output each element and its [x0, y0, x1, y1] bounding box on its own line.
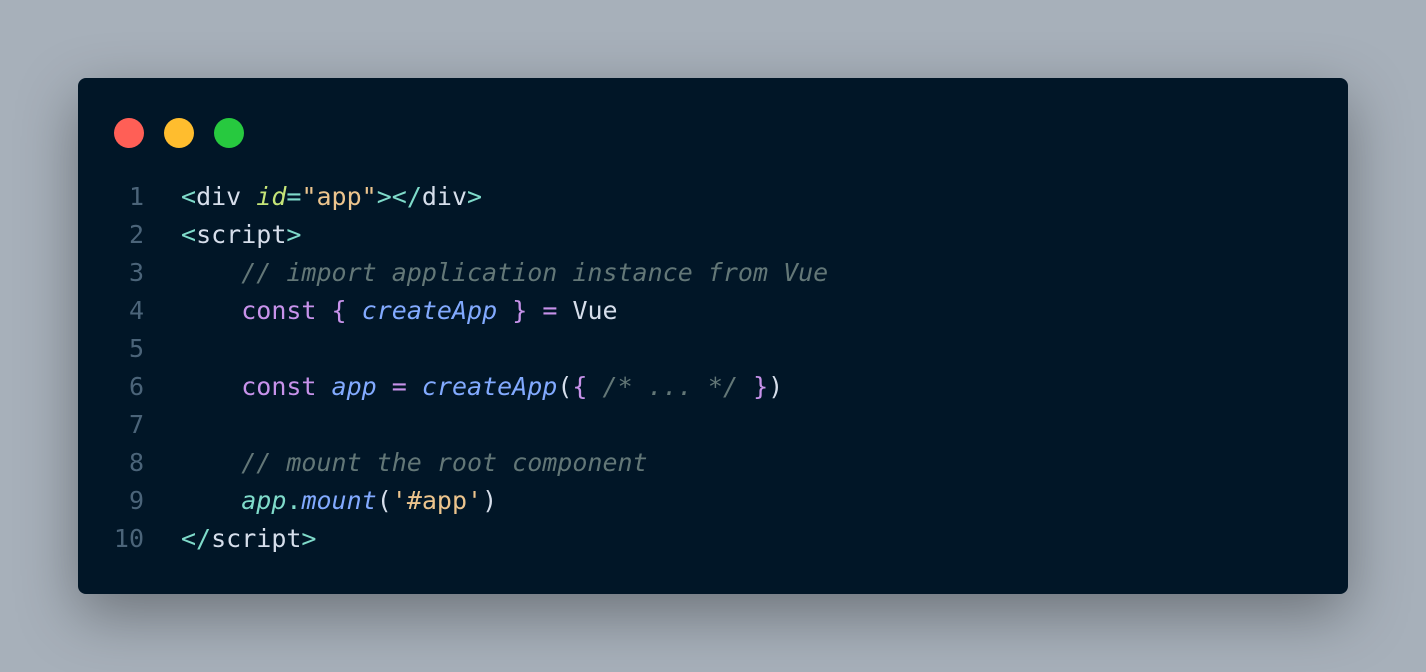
line-number: 4	[128, 296, 144, 325]
code-token: mount	[301, 486, 377, 515]
minimize-dot-icon[interactable]	[164, 118, 194, 148]
code-token: >	[301, 524, 317, 553]
code-token: id	[256, 182, 287, 211]
code-token: const	[241, 296, 317, 325]
code-token: '#app'	[391, 486, 483, 515]
line-number: 7	[128, 410, 144, 439]
line-number: 10	[113, 524, 144, 553]
code-token: script	[196, 220, 287, 249]
code-token: Vue	[557, 296, 618, 325]
code-token: }	[753, 372, 769, 401]
code-token: )	[482, 486, 498, 515]
line-number: 6	[128, 372, 144, 401]
code-token: {	[572, 372, 588, 401]
code-line: 3 // import application instance from Vu…	[78, 254, 1348, 292]
line-number: 3	[128, 258, 144, 287]
code-token: ></	[376, 182, 422, 211]
code-line: 9 app.mount('#app')	[78, 482, 1348, 520]
code-token: <	[181, 220, 197, 249]
code-text: // mount the root component	[181, 444, 648, 482]
code-line: 2 <script>	[78, 216, 1348, 254]
line-number: 1	[128, 182, 144, 211]
code-token: div	[196, 182, 242, 211]
code-line: 7	[78, 406, 1348, 444]
code-token: (	[376, 486, 392, 515]
code-token: // mount the root component	[241, 448, 648, 477]
code-block: 1 <div id="app"></div> 2 <script> 3 // impor…	[78, 178, 1348, 558]
code-token: >	[467, 182, 483, 211]
line-number: 9	[128, 486, 144, 515]
maximize-dot-icon[interactable]	[214, 118, 244, 148]
code-token: =	[542, 296, 558, 325]
code-text: </script>	[181, 520, 316, 558]
code-token: createApp	[361, 296, 498, 325]
code-line: 8 // mount the root component	[78, 444, 1348, 482]
code-token: app	[331, 372, 377, 401]
code-token: /* ... */	[602, 372, 739, 401]
code-token: const	[241, 372, 317, 401]
line-number: 5	[128, 334, 144, 363]
code-token: =	[286, 182, 302, 211]
code-line: 5	[78, 330, 1348, 368]
code-text: <div id="app"></div>	[181, 178, 482, 216]
code-token: )	[768, 372, 784, 401]
code-token: div	[421, 182, 468, 211]
code-window: 1 <div id="app"></div> 2 <script> 3 // impor…	[78, 78, 1348, 594]
code-text: app.mount('#app')	[181, 482, 497, 520]
code-token: .	[286, 486, 302, 515]
close-dot-icon[interactable]	[114, 118, 144, 148]
code-token: script	[211, 524, 302, 553]
code-token: (	[557, 372, 573, 401]
code-text: const app = createApp({ /* ... */ })	[181, 368, 783, 406]
code-token: app	[241, 486, 287, 515]
code-token: =	[391, 372, 407, 401]
code-token: "app"	[301, 182, 377, 211]
code-text: const { createApp } = Vue	[181, 292, 618, 330]
code-token: {	[331, 296, 347, 325]
code-text: <script>	[181, 216, 301, 254]
code-token: >	[286, 220, 302, 249]
code-token: </	[181, 524, 212, 553]
code-line: 6 const app = createApp({ /* ... */ })	[78, 368, 1348, 406]
code-text: // import application instance from Vue	[181, 254, 828, 292]
code-token: // import application instance from Vue	[241, 258, 829, 287]
code-token: createApp	[421, 372, 558, 401]
code-line: 1 <div id="app"></div>	[78, 178, 1348, 216]
code-token: <	[181, 182, 197, 211]
code-line: 4 const { createApp } = Vue	[78, 292, 1348, 330]
line-number: 2	[128, 220, 144, 249]
code-line: 10 </script>	[78, 520, 1348, 558]
line-number: 8	[128, 448, 144, 477]
code-token: }	[512, 296, 528, 325]
